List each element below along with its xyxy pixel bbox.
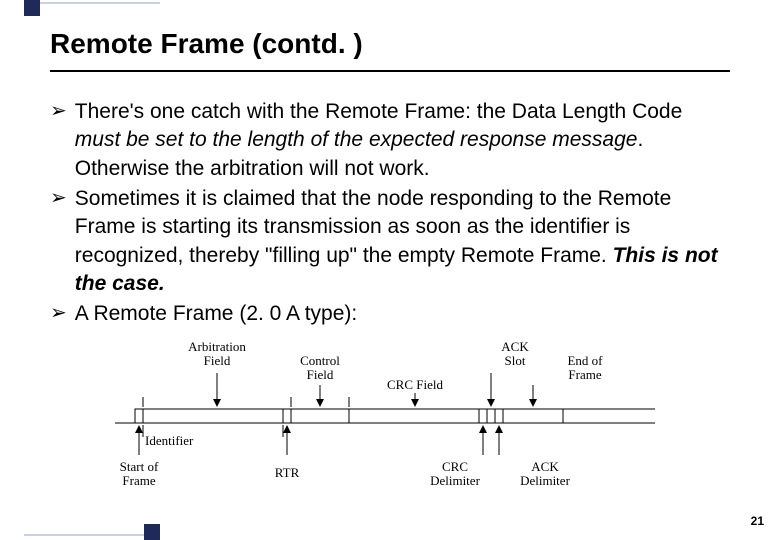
accent-line-top xyxy=(40,2,160,4)
text-italic: must be set to the length of the expecte… xyxy=(75,128,638,151)
label-identifier: Identifier xyxy=(145,433,194,448)
bullet-arrow-icon: ➢ xyxy=(50,300,67,328)
diagram-svg: ArbitrationField ControlField CRC Field … xyxy=(115,337,665,497)
accent-square-bottom xyxy=(144,524,160,540)
list-item: ➢ There's one catch with the Remote Fram… xyxy=(50,98,730,183)
svg-text:ControlField: ControlField xyxy=(300,353,340,382)
bullet-text: Sometimes it is claimed that the node re… xyxy=(75,185,730,298)
svg-text:CRCDelimiter: CRCDelimiter xyxy=(430,459,480,488)
bullet-text: There's one catch with the Remote Frame:… xyxy=(75,98,730,183)
svg-text:ACKDelimiter: ACKDelimiter xyxy=(520,459,570,488)
label-crc: CRC Field xyxy=(387,377,443,392)
list-item: ➢ A Remote Frame (2. 0 A type): xyxy=(50,300,730,328)
svg-text:End ofFrame: End ofFrame xyxy=(567,353,603,382)
text-run: There's one catch with the Remote Frame:… xyxy=(75,100,683,123)
frame-diagram: ArbitrationField ControlField CRC Field … xyxy=(115,337,665,497)
text-run: A Remote Frame (2. 0 A type): xyxy=(75,302,357,325)
bullet-list: ➢ There's one catch with the Remote Fram… xyxy=(50,98,730,329)
svg-text:ACKSlot: ACKSlot xyxy=(501,339,529,368)
accent-square-top xyxy=(24,0,40,16)
accent-line-bottom xyxy=(24,534,144,536)
bullet-arrow-icon: ➢ xyxy=(50,98,67,183)
page-number: 21 xyxy=(751,514,764,528)
slide-content: Remote Frame (contd. ) ➢ There's one cat… xyxy=(0,0,780,497)
bullet-text: A Remote Frame (2. 0 A type): xyxy=(75,300,730,328)
list-item: ➢ Sometimes it is claimed that the node … xyxy=(50,185,730,298)
title-underline xyxy=(50,70,730,72)
svg-text:Start ofFrame: Start ofFrame xyxy=(120,459,159,488)
label-rtr: RTR xyxy=(275,465,300,480)
bullet-arrow-icon: ➢ xyxy=(50,185,67,298)
slide-title: Remote Frame (contd. ) xyxy=(50,28,730,60)
text-run: Sometimes it is claimed that the node re… xyxy=(75,187,672,267)
label-arbitration: ArbitrationField xyxy=(188,339,246,368)
